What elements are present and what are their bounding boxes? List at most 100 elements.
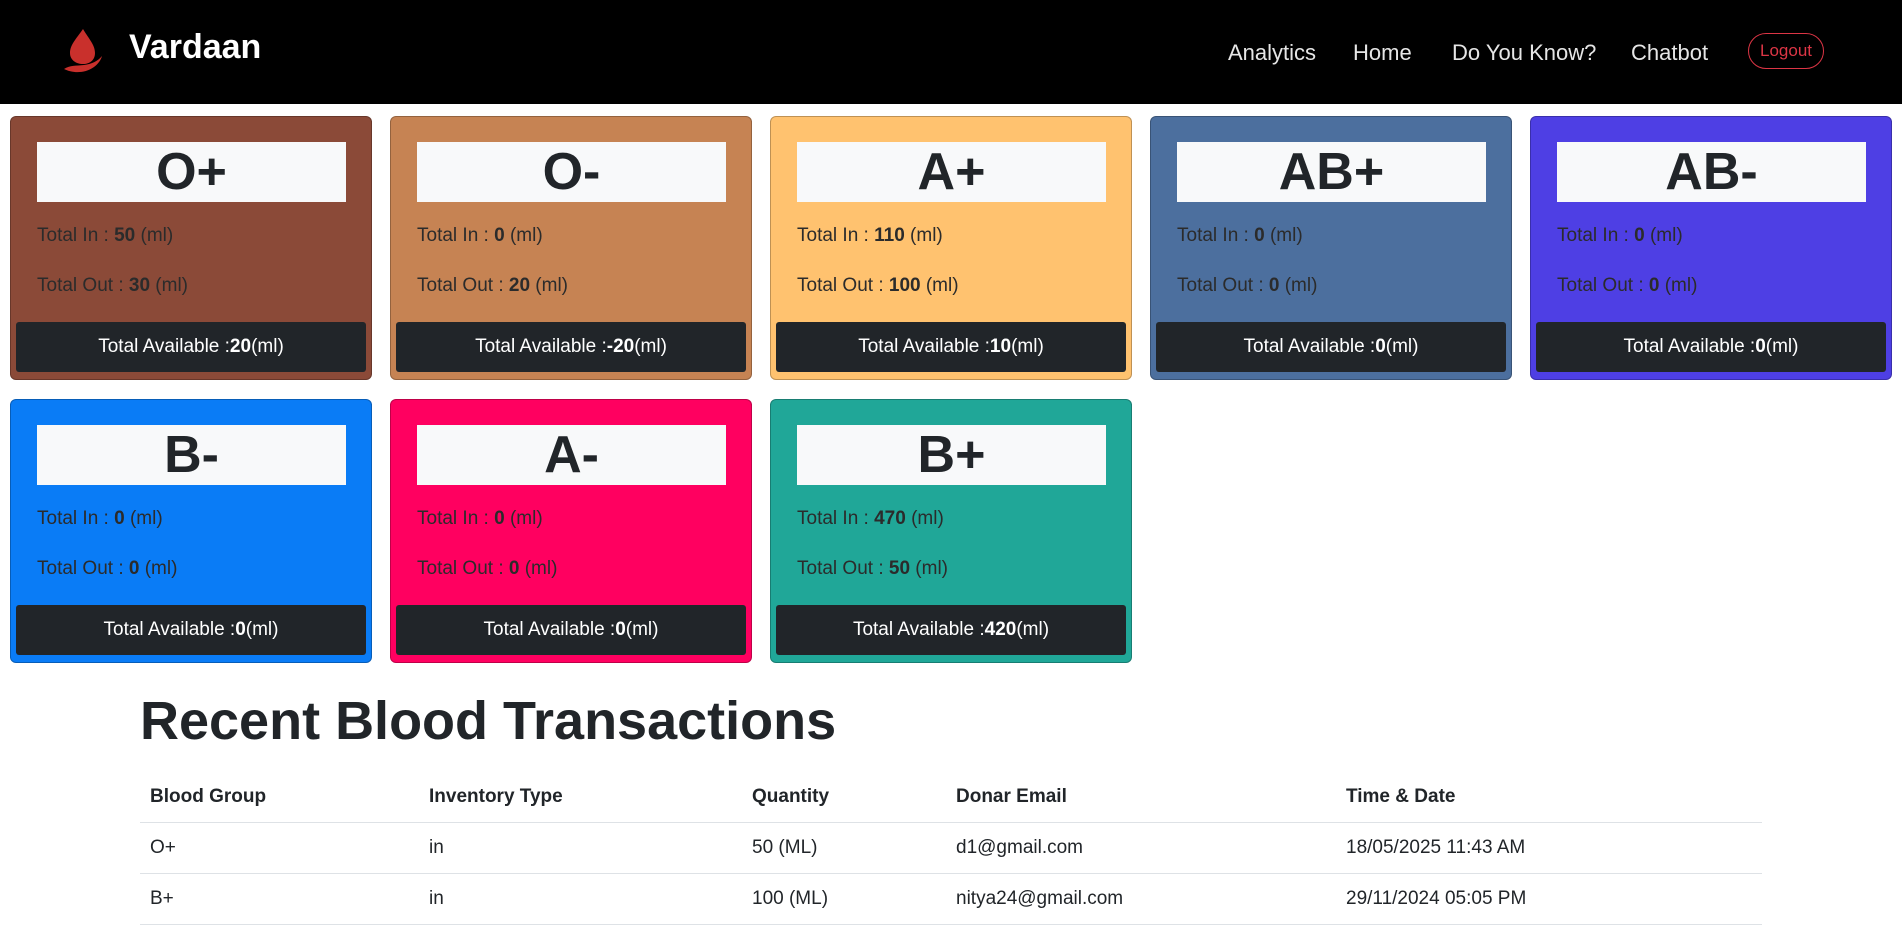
total-in-value: 0 — [494, 225, 505, 246]
total-out-value: 0 — [508, 558, 520, 579]
unit: (ml) — [150, 275, 188, 296]
unit: (ml) — [530, 275, 568, 296]
total-available-value: 420 — [984, 619, 1017, 640]
header-quantity: Quantity — [742, 772, 946, 823]
total-in: Total In : 0 (ml) — [417, 508, 543, 530]
unit: (ml) — [504, 508, 543, 529]
total-available-value: 0 — [235, 619, 246, 640]
total-available-label: Total Available : — [1623, 336, 1756, 357]
blood-group-label: AB- — [1557, 142, 1866, 202]
total-out-label: Total Out : — [797, 275, 889, 296]
total-in: Total In : 470 (ml) — [797, 508, 944, 530]
unit: (ml) — [504, 225, 543, 246]
blood-group-card: B+ Total In : 470 (ml) Total Out : 50 (ml)… — [770, 399, 1132, 663]
total-in-label: Total In : — [797, 225, 875, 246]
cell-donar-email: d1@gmail.com — [946, 822, 1336, 874]
unit: (ml) — [1264, 225, 1303, 246]
blood-group-label: A- — [417, 425, 726, 485]
table-row: B+ in 100 (ML) nitya24@gmail.com 29/11/2… — [140, 873, 1762, 925]
total-available-label: Total Available : — [852, 619, 985, 640]
unit: (ml) — [135, 225, 174, 246]
blood-drop-hand-icon[interactable] — [62, 27, 104, 75]
blood-group-card: A- Total In : 0 (ml) Total Out : 0 (ml) Tot… — [390, 399, 752, 663]
total-available-footer: Total Available : 0 (ml) — [1156, 322, 1506, 372]
unit: (ml) — [905, 508, 944, 529]
total-available-footer: Total Available : 0 (ml) — [16, 605, 366, 655]
blood-group-label: A+ — [797, 142, 1106, 202]
total-out-label: Total Out : — [417, 558, 509, 579]
blood-group-card: B- Total In : 0 (ml) Total Out : 0 (ml) Tot… — [10, 399, 372, 663]
total-out: Total Out : 50 (ml) — [797, 558, 948, 580]
nav-chatbot[interactable]: Chatbot — [1631, 40, 1708, 66]
blood-group-card: A+ Total In : 110 (ml) Total Out : 100 (ml… — [770, 116, 1132, 380]
brand-name[interactable]: Vardaan — [129, 28, 261, 67]
blood-group-label: B- — [37, 425, 346, 485]
blood-group-card: O- Total In : 0 (ml) Total Out : 20 (ml) To… — [390, 116, 752, 380]
unit: (ml) — [910, 558, 948, 579]
total-available-footer: Total Available : 10 (ml) — [776, 322, 1126, 372]
total-out-label: Total Out : — [1557, 275, 1649, 296]
blood-group-label: AB+ — [1177, 142, 1486, 202]
total-available-label: Total Available : — [1243, 336, 1376, 357]
header-time-date: Time & Date — [1336, 772, 1762, 823]
total-available-value: 0 — [615, 619, 626, 640]
header-inventory-type: Inventory Type — [419, 772, 742, 823]
nav-do-you-know[interactable]: Do You Know? — [1452, 40, 1596, 66]
total-out-value: 0 — [1268, 275, 1280, 296]
total-out: Total Out : 100 (ml) — [797, 275, 959, 297]
unit: (ml) — [920, 275, 959, 296]
header-blood-group: Blood Group — [140, 772, 419, 823]
total-in-value: 0 — [494, 508, 505, 529]
total-in-value: 50 — [114, 225, 136, 246]
cell-blood-group: B+ — [140, 873, 419, 925]
total-available-label: Total Available : — [483, 619, 616, 640]
unit: (ml) — [1011, 336, 1044, 357]
total-out: Total Out : 0 (ml) — [1557, 275, 1697, 297]
blood-group-card: O+ Total In : 50 (ml) Total Out : 30 (ml) T… — [10, 116, 372, 380]
table-header-row: Blood Group Inventory Type Quantity Dona… — [140, 772, 1762, 823]
total-out: Total Out : 0 (ml) — [37, 558, 177, 580]
unit: (ml) — [519, 558, 558, 579]
cell-donar-email: nitya24@gmail.com — [946, 873, 1336, 925]
total-available-label: Total Available : — [858, 336, 990, 357]
nav-home[interactable]: Home — [1353, 40, 1412, 66]
logout-button[interactable]: Logout — [1748, 33, 1824, 69]
total-out-label: Total Out : — [37, 558, 129, 579]
cell-time-date: 18/05/2025 11:43 AM — [1336, 822, 1762, 874]
total-out: Total Out : 20 (ml) — [417, 275, 568, 297]
total-in-value: 0 — [114, 508, 125, 529]
total-available-footer: Total Available : 0 (ml) — [396, 605, 746, 655]
cell-quantity: 50 (ML) — [742, 822, 946, 874]
total-out-label: Total Out : — [37, 275, 129, 296]
blood-group-label: B+ — [797, 425, 1106, 485]
nav-analytics[interactable]: Analytics — [1228, 40, 1316, 66]
total-in-value: 0 — [1254, 225, 1265, 246]
total-in-value: 110 — [874, 225, 905, 246]
total-in-label: Total In : — [417, 225, 495, 246]
unit: (ml) — [634, 336, 667, 357]
total-in: Total In : 0 (ml) — [417, 225, 543, 247]
blood-group-label: O- — [417, 142, 726, 202]
total-available-label: Total Available : — [475, 336, 607, 357]
total-in: Total In : 110 (ml) — [797, 225, 943, 247]
transactions-table: Blood Group Inventory Type Quantity Dona… — [140, 772, 1762, 925]
unit: (ml) — [904, 225, 943, 246]
unit: (ml) — [1279, 275, 1318, 296]
total-in-label: Total In : — [417, 508, 495, 529]
unit: (ml) — [1016, 619, 1050, 640]
total-in-label: Total In : — [37, 225, 115, 246]
total-in: Total In : 0 (ml) — [37, 508, 163, 530]
total-out-value: 20 — [508, 275, 531, 296]
total-available-value: 0 — [1375, 336, 1386, 357]
total-out-label: Total Out : — [1177, 275, 1269, 296]
unit: (ml) — [1644, 225, 1683, 246]
total-out-label: Total Out : — [797, 558, 889, 579]
total-available-value: -20 — [606, 336, 635, 357]
total-out: Total Out : 0 (ml) — [1177, 275, 1317, 297]
top-navbar: Vardaan Analytics Home Do You Know? Chat… — [0, 0, 1902, 104]
total-out-value: 0 — [128, 558, 140, 579]
total-in-label: Total In : — [1557, 225, 1635, 246]
header-donar-email: Donar Email — [946, 772, 1336, 823]
total-available-footer: Total Available : 0 (ml) — [1536, 322, 1886, 372]
total-out-value: 100 — [888, 275, 921, 296]
